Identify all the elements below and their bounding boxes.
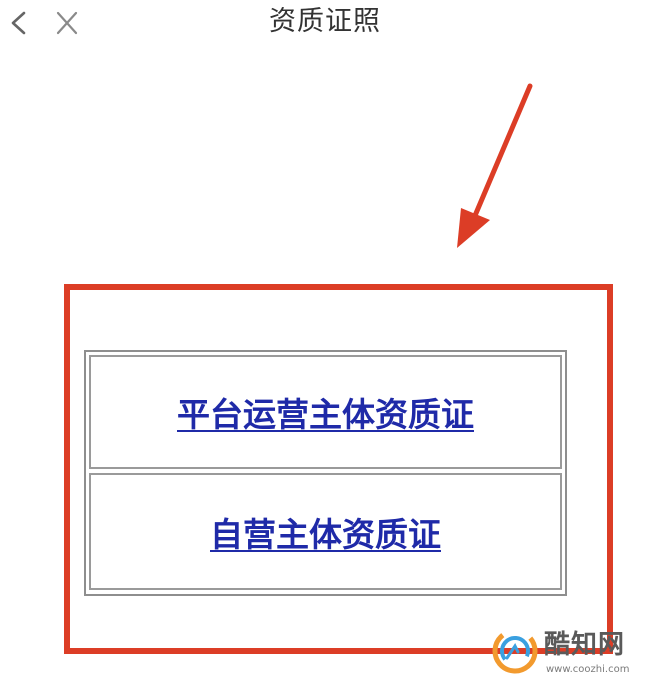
close-button[interactable] [52,6,82,40]
platform-license-link[interactable]: 平台运营主体资质证 [177,388,474,436]
close-icon [56,11,78,35]
link-cell-self-operated: 自营主体资质证 [89,473,562,590]
page-title: 资质证照 [269,6,381,37]
coozhi-logo-icon [492,628,538,674]
license-links-table: 平台运营主体资质证 自营主体资质证 [84,350,567,596]
self-operated-license-link[interactable]: 自营主体资质证 [210,508,441,556]
link-cell-platform: 平台运营主体资质证 [89,355,562,469]
watermark-name: 酷知网 [544,630,626,660]
chevron-left-icon [11,11,26,35]
watermark-url: www.coozhi.com [546,664,630,675]
nav-bar: 资质证照 [0,0,650,48]
back-button[interactable] [4,6,34,40]
watermark: 酷知网 www.coozhi.com [492,628,642,684]
